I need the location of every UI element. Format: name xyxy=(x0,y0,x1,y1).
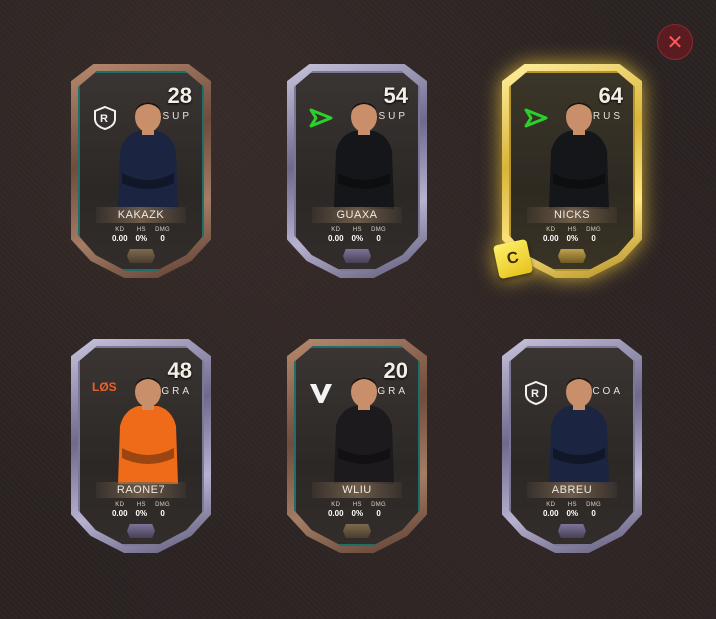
player-position: GRA xyxy=(161,386,192,397)
stat-hs: HS 0% xyxy=(566,227,579,243)
close-icon: ✕ xyxy=(666,30,684,54)
player-name: KAKAZK xyxy=(96,207,186,223)
stat-hs: HS 0% xyxy=(135,227,148,243)
stat-hs: HS 0% xyxy=(566,502,579,518)
stat-hs: HS 0% xyxy=(351,502,364,518)
card-inner: 54 SUP GUAXA KD 0.00 HS 0% DMG 0 xyxy=(294,71,420,271)
player-card-wliu[interactable]: 20 GRA WLIU KD 0.00 HS 0% DMG 0 xyxy=(287,339,427,553)
close-button[interactable]: ✕ xyxy=(657,24,693,60)
player-position: GRA xyxy=(377,386,408,397)
card-inner: R 28 SUP KAKAZK KD 0.00 HS 0% DMG 0 xyxy=(78,71,204,271)
player-photo xyxy=(106,91,190,211)
card-crest-icon xyxy=(558,524,586,538)
player-rating: 28 xyxy=(167,83,192,108)
stat-dmg: DMG 0 xyxy=(586,502,602,518)
captain-badge: C xyxy=(492,238,534,280)
player-rating: 48 xyxy=(167,358,192,383)
stat-kd: KD 0.00 xyxy=(111,227,128,243)
player-card-nicks[interactable]: 64 RUS NICKS KD 0.00 HS 0% DMG 0 C xyxy=(492,64,642,280)
player-position: SUP xyxy=(378,111,408,122)
player-position: COA xyxy=(592,386,623,397)
stat-kd: KD 0.00 xyxy=(542,502,559,518)
player-rating: 20 xyxy=(383,358,408,383)
player-name: WLIU xyxy=(312,482,402,498)
svg-text:LØS: LØS xyxy=(92,380,117,394)
player-stats: KD 0.00 HS 0% DMG 0 xyxy=(78,502,204,518)
r-team-logo-icon: R xyxy=(92,105,118,131)
player-photo xyxy=(322,366,406,486)
player-name: RAONE7 xyxy=(96,482,186,498)
card-inner: 20 GRA WLIU KD 0.00 HS 0% DMG 0 xyxy=(294,346,420,546)
player-name: NICKS xyxy=(527,207,617,223)
green-arrow-logo-icon xyxy=(308,105,334,131)
card-inner: R COA ABREU KD 0.00 HS 0% DMG 0 xyxy=(509,346,635,546)
green-arrow-logo-icon xyxy=(523,105,549,131)
player-name: ABREU xyxy=(527,482,617,498)
player-stats: KD 0.00 HS 0% DMG 0 xyxy=(509,227,635,243)
stat-dmg: DMG 0 xyxy=(155,227,171,243)
stat-kd: KD 0.00 xyxy=(327,227,344,243)
card-inner: LØS 48 GRA RAONE7 KD 0.00 HS 0% DMG 0 xyxy=(78,346,204,546)
stat-kd: KD 0.00 xyxy=(542,227,559,243)
player-photo xyxy=(537,91,621,211)
player-card-abreu[interactable]: R COA ABREU KD 0.00 HS 0% DMG 0 xyxy=(502,339,642,553)
player-stats: KD 0.00 HS 0% DMG 0 xyxy=(78,227,204,243)
stat-hs: HS 0% xyxy=(351,227,364,243)
svg-text:R: R xyxy=(531,388,539,400)
card-crest-icon xyxy=(127,249,155,263)
los-logo-icon: LØS xyxy=(92,380,118,406)
card-crest-icon xyxy=(127,524,155,538)
player-card-guaxa[interactable]: 54 SUP GUAXA KD 0.00 HS 0% DMG 0 xyxy=(287,64,427,278)
card-inner: 64 RUS NICKS KD 0.00 HS 0% DMG 0 xyxy=(509,71,635,271)
stat-hs: HS 0% xyxy=(135,502,148,518)
stat-dmg: DMG 0 xyxy=(371,227,387,243)
w-team-logo-icon xyxy=(308,380,334,406)
player-position: SUP xyxy=(162,111,192,122)
player-rating: 54 xyxy=(383,83,408,108)
svg-text:R: R xyxy=(100,113,108,125)
card-crest-icon xyxy=(343,249,371,263)
stat-dmg: DMG 0 xyxy=(371,502,387,518)
player-name: GUAXA xyxy=(312,207,402,223)
stat-dmg: DMG 0 xyxy=(155,502,171,518)
stat-kd: KD 0.00 xyxy=(327,502,344,518)
player-photo xyxy=(537,366,621,486)
r-team-logo-icon: R xyxy=(523,380,549,406)
player-photo xyxy=(322,91,406,211)
player-stats: KD 0.00 HS 0% DMG 0 xyxy=(294,502,420,518)
card-crest-icon xyxy=(343,524,371,538)
player-card-raone7[interactable]: LØS 48 GRA RAONE7 KD 0.00 HS 0% DMG 0 xyxy=(71,339,211,553)
player-stats: KD 0.00 HS 0% DMG 0 xyxy=(509,502,635,518)
stat-dmg: DMG 0 xyxy=(586,227,602,243)
player-stats: KD 0.00 HS 0% DMG 0 xyxy=(294,227,420,243)
player-rating: 64 xyxy=(598,83,623,108)
player-card-kakazk[interactable]: R 28 SUP KAKAZK KD 0.00 HS 0% DMG 0 xyxy=(71,64,211,278)
card-crest-icon xyxy=(558,249,586,263)
player-position: RUS xyxy=(592,111,623,122)
stat-kd: KD 0.00 xyxy=(111,502,128,518)
